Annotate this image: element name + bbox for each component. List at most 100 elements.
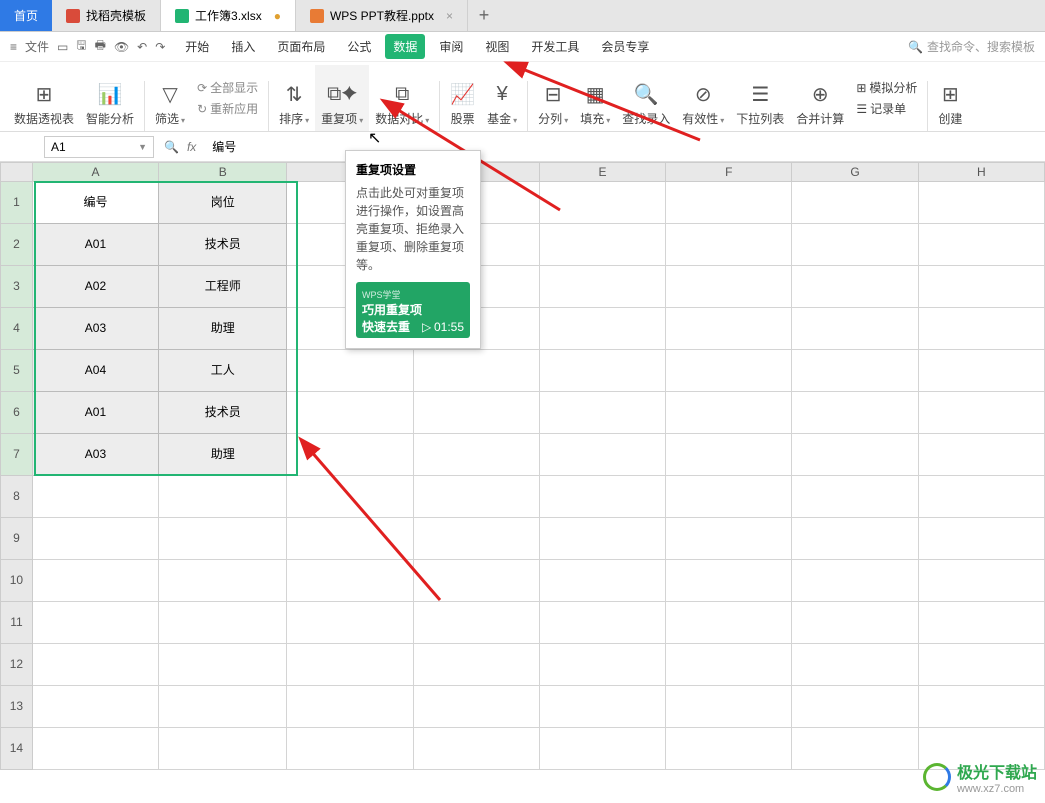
row-header[interactable]: 2	[0, 224, 33, 266]
redo-icon[interactable]: ↷	[155, 40, 165, 54]
row-header[interactable]: 12	[0, 644, 33, 686]
menu-data[interactable]: 数据	[385, 34, 425, 59]
btn-sort[interactable]: ⇅排序▾	[273, 65, 315, 131]
cell[interactable]	[414, 728, 540, 770]
row-header[interactable]: 14	[0, 728, 33, 770]
tooltip-video[interactable]: WPS学堂 巧用重复项 快速去重 ▷ 01:55	[356, 282, 470, 338]
cell[interactable]	[414, 686, 540, 728]
cell[interactable]	[540, 560, 666, 602]
cell[interactable]: 技术员	[159, 392, 287, 434]
cell[interactable]	[792, 434, 918, 476]
col-header[interactable]: G	[792, 162, 918, 182]
col-header[interactable]: F	[666, 162, 792, 182]
close-icon[interactable]: ×	[446, 9, 453, 23]
cell[interactable]	[159, 686, 287, 728]
row-header[interactable]: 9	[0, 518, 33, 560]
cell[interactable]: A03	[33, 434, 159, 476]
cell[interactable]	[792, 350, 918, 392]
btn-compare[interactable]: ⧉数据对比▾	[369, 65, 435, 131]
row-header[interactable]: 11	[0, 602, 33, 644]
cell[interactable]	[33, 686, 159, 728]
cell[interactable]	[792, 224, 918, 266]
btn-duplicates[interactable]: ⧉✦重复项▾	[315, 65, 369, 131]
cell[interactable]	[540, 728, 666, 770]
cell[interactable]	[666, 350, 792, 392]
cell[interactable]	[159, 476, 287, 518]
cell[interactable]	[919, 434, 1045, 476]
cell[interactable]	[540, 518, 666, 560]
cell[interactable]	[666, 476, 792, 518]
btn-stock[interactable]: 📈股票	[444, 65, 481, 131]
cell[interactable]	[919, 224, 1045, 266]
btn-valid[interactable]: ⊘有效性▾	[676, 65, 730, 131]
cell[interactable]	[540, 434, 666, 476]
cell[interactable]: 助理	[159, 308, 287, 350]
cell[interactable]	[792, 686, 918, 728]
cell[interactable]	[919, 686, 1045, 728]
cell[interactable]: 工程师	[159, 266, 287, 308]
cell[interactable]: 岗位	[159, 182, 287, 224]
cell[interactable]	[159, 644, 287, 686]
cell[interactable]	[540, 266, 666, 308]
cell[interactable]	[666, 560, 792, 602]
search-box[interactable]: 🔍 查找命令、搜索模板	[908, 38, 1035, 55]
tab-workbook[interactable]: 工作簿3.xlsx ●	[161, 0, 296, 31]
cell[interactable]	[414, 392, 540, 434]
cell[interactable]	[540, 224, 666, 266]
cell[interactable]: A02	[33, 266, 159, 308]
cell[interactable]	[919, 602, 1045, 644]
menu-layout[interactable]: 页面布局	[269, 34, 333, 59]
cell[interactable]	[540, 644, 666, 686]
cell[interactable]	[792, 182, 918, 224]
menu-view[interactable]: 视图	[477, 34, 517, 59]
row-header[interactable]: 5	[0, 350, 33, 392]
row-header[interactable]: 1	[0, 182, 33, 224]
cell[interactable]	[287, 728, 413, 770]
col-header[interactable]: A	[33, 162, 159, 182]
cell[interactable]	[540, 686, 666, 728]
cell[interactable]	[414, 350, 540, 392]
cell[interactable]: 工人	[159, 350, 287, 392]
cell[interactable]	[33, 602, 159, 644]
cell[interactable]	[666, 602, 792, 644]
cell[interactable]: A03	[33, 308, 159, 350]
cell[interactable]: A01	[33, 392, 159, 434]
cell[interactable]	[666, 434, 792, 476]
cell[interactable]	[792, 644, 918, 686]
btn-fund[interactable]: ¥基金▾	[481, 65, 523, 131]
cell[interactable]: A04	[33, 350, 159, 392]
select-all-corner[interactable]	[0, 162, 33, 182]
cell[interactable]	[287, 476, 413, 518]
col-header[interactable]: B	[159, 162, 287, 182]
preview-icon[interactable]: 👁	[114, 40, 129, 54]
cell[interactable]	[287, 350, 413, 392]
cell[interactable]	[540, 350, 666, 392]
row-header[interactable]: 10	[0, 560, 33, 602]
cell[interactable]	[919, 308, 1045, 350]
cell[interactable]	[666, 686, 792, 728]
cell[interactable]	[792, 560, 918, 602]
btn-dropdown[interactable]: ☰下拉列表	[730, 65, 790, 131]
cell[interactable]	[414, 644, 540, 686]
cell[interactable]	[792, 728, 918, 770]
cell[interactable]	[540, 476, 666, 518]
save-icon[interactable]: 🖫	[76, 36, 86, 57]
menu-start[interactable]: 开始	[177, 34, 217, 59]
cell[interactable]	[919, 644, 1045, 686]
btn-reapply[interactable]: ↻重新应用	[197, 100, 258, 117]
cell[interactable]	[919, 476, 1045, 518]
btn-record[interactable]: ☰记录单	[856, 100, 917, 117]
btn-filter[interactable]: ▽筛选▾	[149, 65, 191, 131]
fx-icon[interactable]: fx	[187, 140, 196, 154]
cell[interactable]	[414, 476, 540, 518]
btn-pivot[interactable]: ⊞数据透视表	[8, 65, 80, 131]
cell[interactable]	[287, 392, 413, 434]
cell[interactable]: 编号	[33, 182, 159, 224]
cell[interactable]	[414, 434, 540, 476]
menu-vip[interactable]: 会员专享	[593, 34, 657, 59]
cell[interactable]	[919, 392, 1045, 434]
cell[interactable]	[919, 182, 1045, 224]
cell[interactable]	[287, 602, 413, 644]
col-header[interactable]: E	[540, 162, 666, 182]
tab-templates[interactable]: 找稻壳模板	[52, 0, 161, 31]
